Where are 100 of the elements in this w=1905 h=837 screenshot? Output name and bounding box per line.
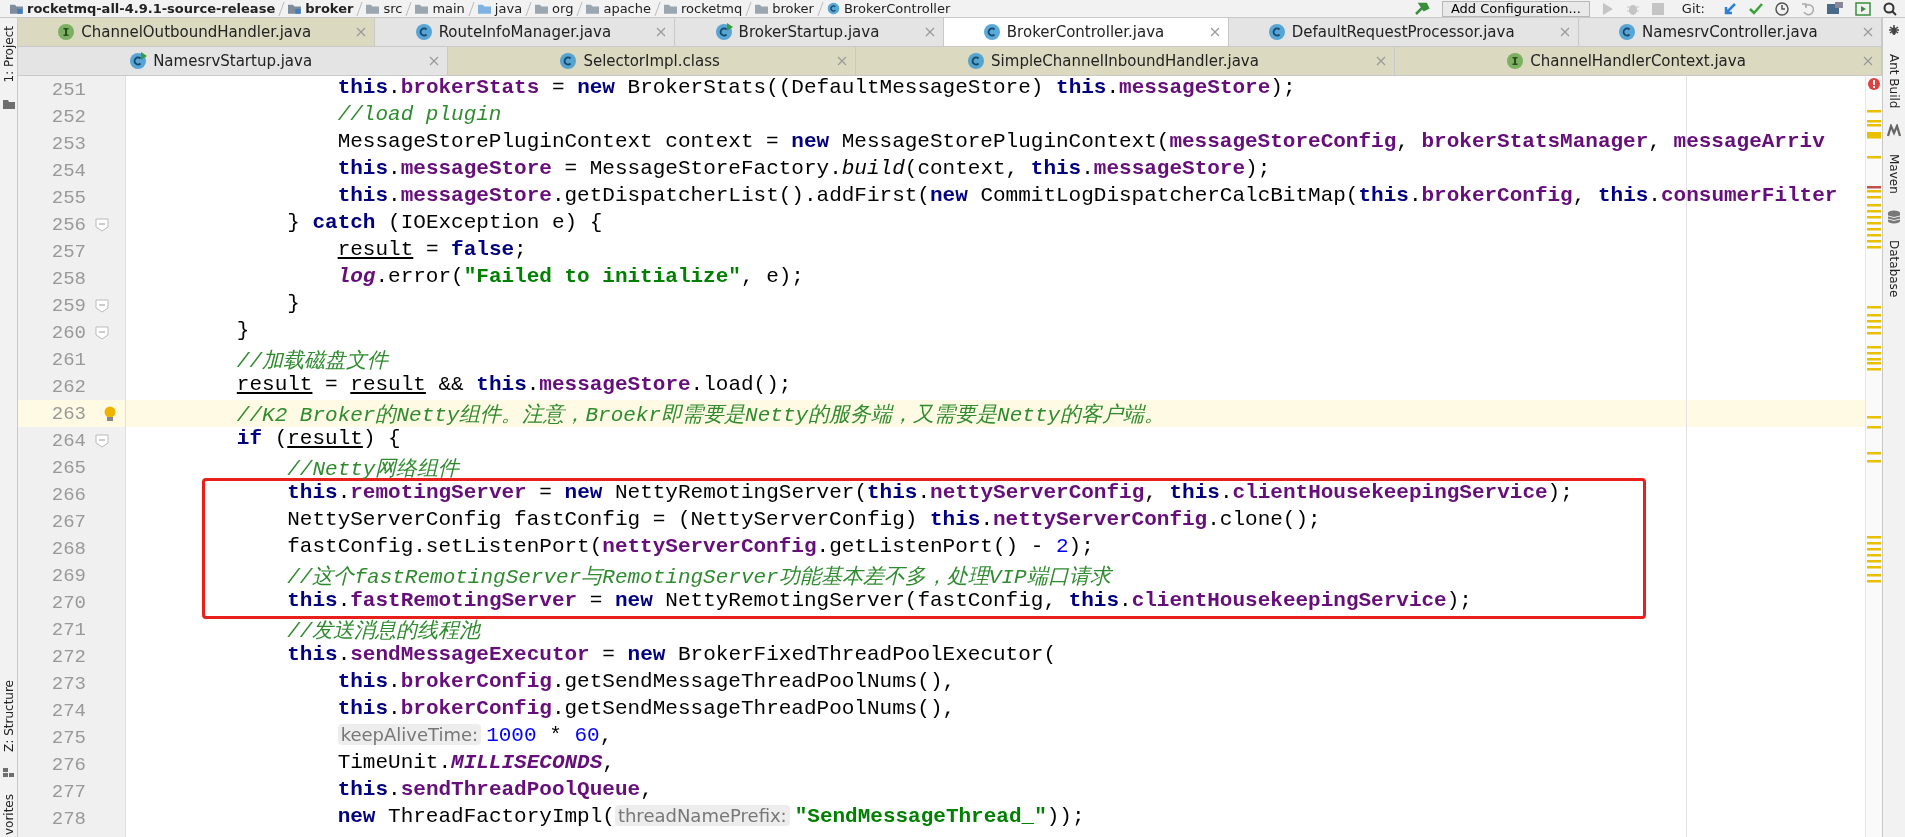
line-number: 275 <box>50 726 86 749</box>
search-icon <box>1883 1 1897 16</box>
class-icon <box>129 52 148 70</box>
class-icon <box>714 23 733 41</box>
folder-icon <box>415 2 429 15</box>
close-icon[interactable] <box>1863 56 1873 66</box>
lightbulb-icon[interactable] <box>104 405 116 422</box>
line-number: 266 <box>50 483 86 506</box>
close-icon[interactable] <box>924 27 935 37</box>
tool-window-button[interactable]: Ant Build <box>1887 52 1901 111</box>
interface-icon <box>1506 52 1525 70</box>
breadcrumb-item[interactable]: org <box>529 1 580 16</box>
close-icon[interactable] <box>356 27 367 37</box>
code-line: //这个fastRemotingServer与RemotingServer功能基本差不多，处理VIP端口请求 <box>286 564 1114 589</box>
line-number: 258 <box>50 267 86 290</box>
line-number: 255 <box>50 186 86 209</box>
class-icon <box>826 2 840 15</box>
line-number: 253 <box>50 132 86 155</box>
line-number: 268 <box>50 537 86 560</box>
vcs-label: Git: <box>1680 1 1706 16</box>
tool-window-button[interactable]: vorites <box>1 791 16 837</box>
play-icon <box>1855 1 1871 16</box>
code-line: log.error("Failed to initialize", e); <box>336 265 805 290</box>
close-icon[interactable] <box>656 27 667 37</box>
editor-tab[interactable]: BrokerController.java <box>943 18 1229 46</box>
interface-icon <box>57 23 76 41</box>
breadcrumb-item[interactable]: apache <box>580 1 657 16</box>
close-icon[interactable] <box>429 56 440 66</box>
line-number: 260 <box>50 321 86 344</box>
fold-icon[interactable] <box>95 298 109 313</box>
fold-icon[interactable] <box>95 433 109 448</box>
line-number: 252 <box>50 105 86 128</box>
breadcrumb-item[interactable]: src <box>360 1 409 16</box>
line-number: 277 <box>50 780 86 803</box>
ant-icon <box>1887 24 1901 38</box>
breadcrumb-item[interactable]: broker <box>282 1 360 16</box>
line-number: 270 <box>50 591 86 614</box>
breadcrumb-item[interactable]: rocketmq-all-4.9.1-source-release <box>4 1 282 16</box>
check-icon <box>1749 1 1763 16</box>
breadcrumb-item[interactable]: broker <box>749 1 820 16</box>
tool-window-button[interactable]: Database <box>1887 238 1901 300</box>
code-line: result = false; <box>336 238 528 263</box>
close-icon[interactable] <box>836 56 847 66</box>
tool-window-button[interactable]: Maven <box>1887 152 1901 197</box>
code-line: this.sendThreadPoolQueue, <box>336 778 654 803</box>
code-line: TimeUnit.MILLISECONDS, <box>336 751 616 776</box>
run-configuration-button[interactable]: Add Configuration... <box>1441 0 1590 17</box>
class-icon <box>559 52 578 70</box>
folder-icon <box>535 2 549 15</box>
class-icon <box>1267 23 1286 41</box>
code-line: //发送消息的线程池 <box>286 618 482 643</box>
line-number: 272 <box>50 645 86 668</box>
editor-tab[interactable]: SimpleChannelInboundHandler.java <box>855 47 1396 75</box>
maven-icon <box>1887 124 1901 139</box>
clock-icon <box>1775 1 1789 16</box>
code-line: NettyServerConfig fastConfig = (NettyServerConfig) this.nettyServerConfig.clone(); <box>286 508 1322 533</box>
breadcrumb-item[interactable]: java <box>471 1 529 16</box>
breadcrumb-item[interactable]: BrokerController <box>820 1 957 16</box>
line-number: 257 <box>50 240 86 263</box>
tool-window-button[interactable]: Z: Structure <box>1 678 16 754</box>
structure-icon <box>2 767 15 778</box>
arrow-icon <box>1723 1 1737 16</box>
code-line: keepAliveTime: 1000 * 60, <box>126 724 1865 751</box>
code-line: } <box>235 319 251 344</box>
layout-icon <box>1827 1 1843 16</box>
class-icon <box>982 23 1001 41</box>
database-icon <box>1887 210 1901 225</box>
line-number: 273 <box>50 672 86 695</box>
folder-icon <box>10 2 23 15</box>
line-number: 262 <box>50 375 86 398</box>
fold-icon[interactable] <box>95 217 109 232</box>
code-line: this.remotingServer = new NettyRemotingServer(this.nettyServerConfig, this.clientHousekeepingService); <box>286 481 1574 506</box>
close-icon[interactable] <box>1863 27 1874 37</box>
folder-icon <box>288 2 302 15</box>
editor-tab[interactable]: ChannelOutboundHandler.java <box>18 18 376 46</box>
code-line: fastConfig.setListenPort(nettyServerConfig.getListenPort() - 2); <box>286 535 1095 560</box>
code-line: this.sendMessageExecutor = new BrokerFixedThreadPoolExecutor( <box>286 643 1058 668</box>
undo-icon <box>1801 1 1815 16</box>
code-line: this.brokerStats = new BrokerStats((DefaultMessageStore) this.messageStore); <box>336 76 1297 101</box>
line-number: 265 <box>50 456 86 479</box>
code-line: this.brokerConfig.getSendMessageThreadPoolNums(), <box>336 670 957 695</box>
line-number: 263 <box>50 402 86 425</box>
code-line: this.messageStore.getDispatcherList().addFirst(new CommitLogDispatcherCalcBitMap(this.brokerConfig, this.consumerFilter <box>336 184 1839 209</box>
tool-window-button[interactable]: 1: Project <box>1 24 16 85</box>
class-icon <box>414 23 433 41</box>
code-line: this.fastRemotingServer = new NettyRemotingServer(fastConfig, this.clientHousekeepingService); <box>286 589 1473 614</box>
close-icon[interactable] <box>1376 56 1387 66</box>
code-line: this.messageStore = MessageStoreFactory.build(context, this.messageStore); <box>336 157 1272 182</box>
code-line: result = result && this.messageStore.load(); <box>235 373 793 398</box>
editor-tab[interactable]: SelectorImpl.class <box>448 47 856 75</box>
breadcrumb-item[interactable]: main <box>409 1 471 16</box>
breadcrumb-item[interactable]: rocketmq <box>658 1 749 16</box>
close-icon[interactable] <box>1559 27 1570 37</box>
editor-tab[interactable]: ChannelHandlerContext.java <box>1395 47 1882 75</box>
fold-icon[interactable] <box>95 325 109 340</box>
code-line: //Netty网络组件 <box>286 457 462 481</box>
close-icon[interactable] <box>1209 27 1220 37</box>
folder-icon <box>477 2 491 15</box>
code-line: } <box>286 292 301 317</box>
code-line: new ThreadFactoryImpl(threadNamePrefix: "SendMessageThread_")); <box>336 805 1086 830</box>
